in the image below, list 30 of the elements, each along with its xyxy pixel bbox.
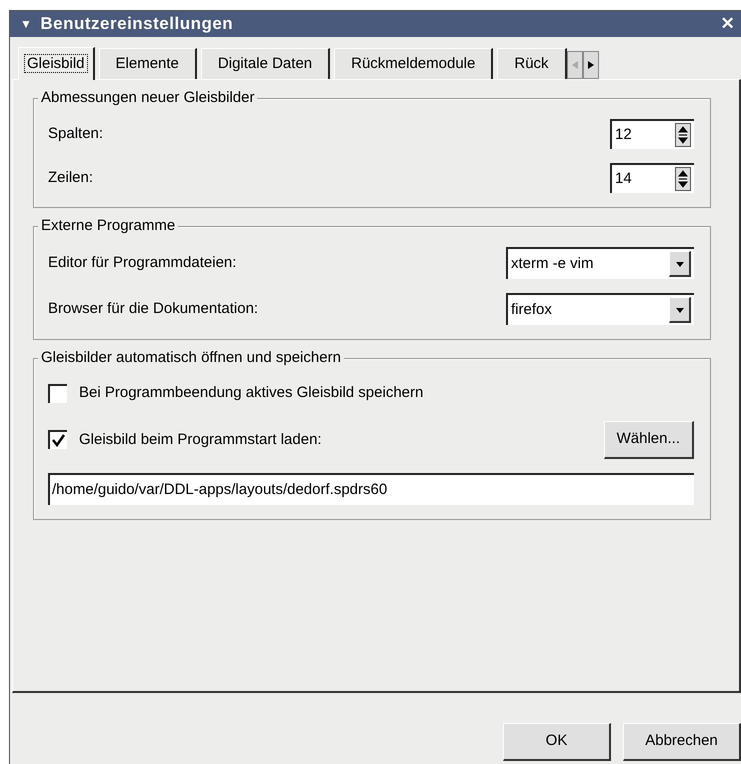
spin-box[interactable]: 12 (610, 119, 694, 149)
checkbox-label: Bei Programmbeendung aktives Gleisbild speichern (79, 382, 424, 403)
field-label: Zeilen: (48, 168, 94, 188)
spin-arrows-icon[interactable] (678, 169, 688, 189)
window-title: Benutzereinstellungen (40, 13, 234, 36)
checkbox[interactable] (48, 384, 67, 402)
dropdown[interactable]: firefox (506, 293, 694, 325)
field-label: Spalten: (48, 124, 104, 144)
tab[interactable]: Digitale Daten (200, 48, 330, 79)
checkbox[interactable] (48, 430, 67, 450)
spin-box[interactable]: 14 (610, 163, 694, 193)
tab[interactable]: Rück (497, 48, 567, 79)
scroll-right-icon[interactable] (588, 61, 594, 69)
dialog-button[interactable]: OK (503, 723, 611, 761)
dialog-button[interactable]: Abbrechen (623, 723, 741, 761)
spin-arrows-icon[interactable] (678, 125, 688, 145)
tab[interactable]: Elemente (98, 48, 197, 79)
checkbox-label: Gleisbild beim Programmstart laden: (79, 430, 322, 450)
path-field[interactable]: /home/guido/var/DDL-apps/layouts/dedorf.spdrs60 (48, 472, 694, 504)
dropdown[interactable]: xterm -e vim (506, 247, 694, 279)
group-title: Abmessungen neuer Gleisbilder (38, 89, 258, 107)
group-title: Externe Programme (38, 217, 178, 235)
close-button[interactable]: ✕ (720, 11, 735, 37)
field-label: Editor für Programmdateien: (48, 252, 236, 273)
tab[interactable]: Gleisbild (18, 46, 95, 80)
field-label: Browser für die Dokumentation: (48, 298, 258, 319)
group-title: Gleisbilder automatisch öffnen und speichern (38, 349, 344, 367)
tab[interactable]: Rückmeldemodule (334, 48, 494, 79)
menu-icon[interactable]: ▼ (20, 15, 32, 33)
choose-button[interactable]: Wählen... (604, 421, 694, 458)
